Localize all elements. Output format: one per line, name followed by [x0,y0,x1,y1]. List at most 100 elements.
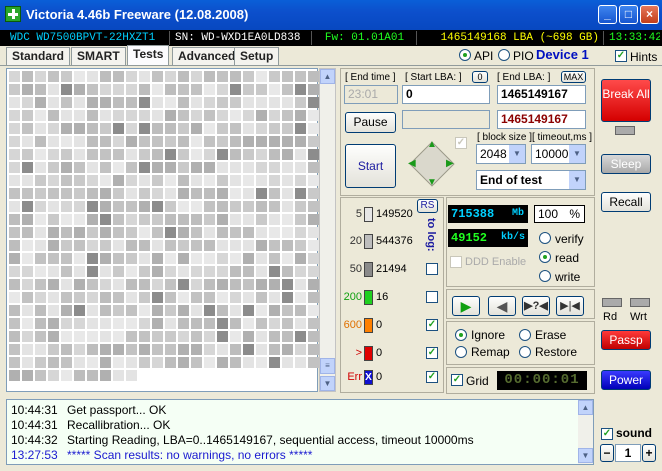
reset-stats-button[interactable]: RS [417,199,438,213]
write-radio[interactable] [539,270,551,282]
scan-block [243,292,254,303]
scan-block [48,188,59,199]
end-time-field[interactable]: 23:01 [344,85,398,104]
scan-block [48,136,59,147]
arrow-down-icon[interactable]: ▼ [427,177,437,188]
log-scrollbar[interactable]: ▲ ▼ [578,400,593,464]
end-lba-max-button[interactable]: MAX [561,71,586,83]
scan-block [256,253,267,264]
timeout-select[interactable]: 10000 ▼ [531,144,586,164]
to-log-checkbox[interactable] [426,263,438,275]
scan-block [74,162,85,173]
tab-smart[interactable]: SMART [71,47,126,65]
scan-block [295,305,306,316]
start-lba-field[interactable]: 0 [402,85,490,104]
api-radio[interactable] [459,49,471,61]
end-lba-field[interactable]: 1465149167 [497,85,586,104]
to-log-checkbox[interactable]: ✓ [426,347,438,359]
scan-block [282,136,293,147]
goto-icon[interactable]: ▶?◀ [522,296,550,316]
tab-setup[interactable]: Setup [234,47,280,65]
break-all-button[interactable]: Break All [601,79,651,122]
sound-checkbox[interactable]: ✓ [601,428,613,440]
sound-level-field[interactable]: 1 [615,444,641,462]
scan-block [165,305,176,316]
maximize-button[interactable]: □ [619,5,638,24]
scan-block [152,162,163,173]
sound-plus-button[interactable]: + [642,444,656,462]
scan-block [61,149,72,160]
tab-advanced[interactable]: Advanced [172,47,242,65]
pio-label: PIO [513,49,534,63]
scan-block [9,305,20,316]
scan-block [152,110,163,121]
scan-block [269,266,280,277]
sound-minus-button[interactable]: − [600,444,614,462]
arrow-up-icon[interactable]: ▲ [427,139,437,150]
scan-block [61,279,72,290]
direction-pad[interactable]: ▲ ▼ ◀ ▶ [405,137,459,191]
scan-block [22,253,33,264]
verify-radio[interactable] [539,232,551,244]
grid-checkbox[interactable]: ✓ [451,374,463,386]
log-scroll-up-button[interactable]: ▲ [578,400,593,415]
grid-scrollbar[interactable]: ▲ ≡ ▼ [319,68,336,392]
scroll-down-button[interactable]: ▼ [320,376,335,391]
power-button[interactable]: Power [601,370,651,390]
scan-block [22,97,33,108]
scan-block [100,71,111,82]
scan-block [256,175,267,186]
read-radio[interactable] [539,251,551,263]
scan-block [9,214,20,225]
scan-block [269,188,280,199]
scan-block [165,240,176,251]
block-size-select[interactable]: 2048 ▼ [476,144,526,164]
to-log-checkbox[interactable] [426,291,438,303]
tab-tests[interactable]: Tests [127,45,170,66]
scan-block [308,84,319,95]
start-lba-reset-button[interactable]: 0 [472,71,488,83]
scan-block [256,162,267,173]
scroll-thumb[interactable]: ≡ [320,358,335,374]
hints-checkbox[interactable]: ✓ [615,50,627,62]
passp-button[interactable]: Passp [601,330,651,350]
log-scroll-down-button[interactable]: ▼ [578,448,593,463]
arrow-left-icon[interactable]: ◀ [408,158,416,169]
minimize-button[interactable]: _ [598,5,617,24]
pause-button[interactable]: Pause [345,112,396,133]
recall-button[interactable]: Recall [601,192,651,212]
scan-block [269,175,280,186]
scan-block [308,279,319,290]
start-button[interactable]: Start [345,144,396,188]
pio-radio[interactable] [498,49,510,61]
close-button[interactable]: × [640,5,659,24]
scan-block [87,201,98,212]
to-log-checkbox[interactable]: ✓ [426,371,438,383]
scan-block [230,123,241,134]
erase-radio[interactable] [519,329,531,341]
rewind-icon[interactable]: ◀ [488,296,516,316]
scan-block [9,175,20,186]
to-log-checkbox[interactable]: ✓ [426,319,438,331]
scan-block [48,357,59,368]
skip-end-icon[interactable]: ▶|◀ [556,296,584,316]
scan-block [100,175,111,186]
device-label[interactable]: Device 1 [536,47,589,62]
restore-radio[interactable] [519,346,531,358]
scroll-up-button[interactable]: ▲ [320,69,335,84]
arrow-right-icon[interactable]: ▶ [446,158,454,169]
ignore-radio[interactable] [455,329,467,341]
sleep-button[interactable]: Sleep [601,154,651,174]
tab-standard[interactable]: Standard [6,47,71,65]
end-action-select[interactable]: End of test ▼ [476,170,586,190]
scan-block [230,201,241,212]
scan-block [100,318,111,329]
scan-block [113,292,124,303]
scan-block [100,110,111,121]
scan-block [48,71,59,82]
play-icon[interactable]: ▶ [452,296,480,316]
scan-block [126,292,137,303]
pad-checkbox[interactable]: ✓ [455,137,467,149]
remap-radio[interactable] [455,346,467,358]
ddd-enable-checkbox[interactable] [450,256,462,268]
